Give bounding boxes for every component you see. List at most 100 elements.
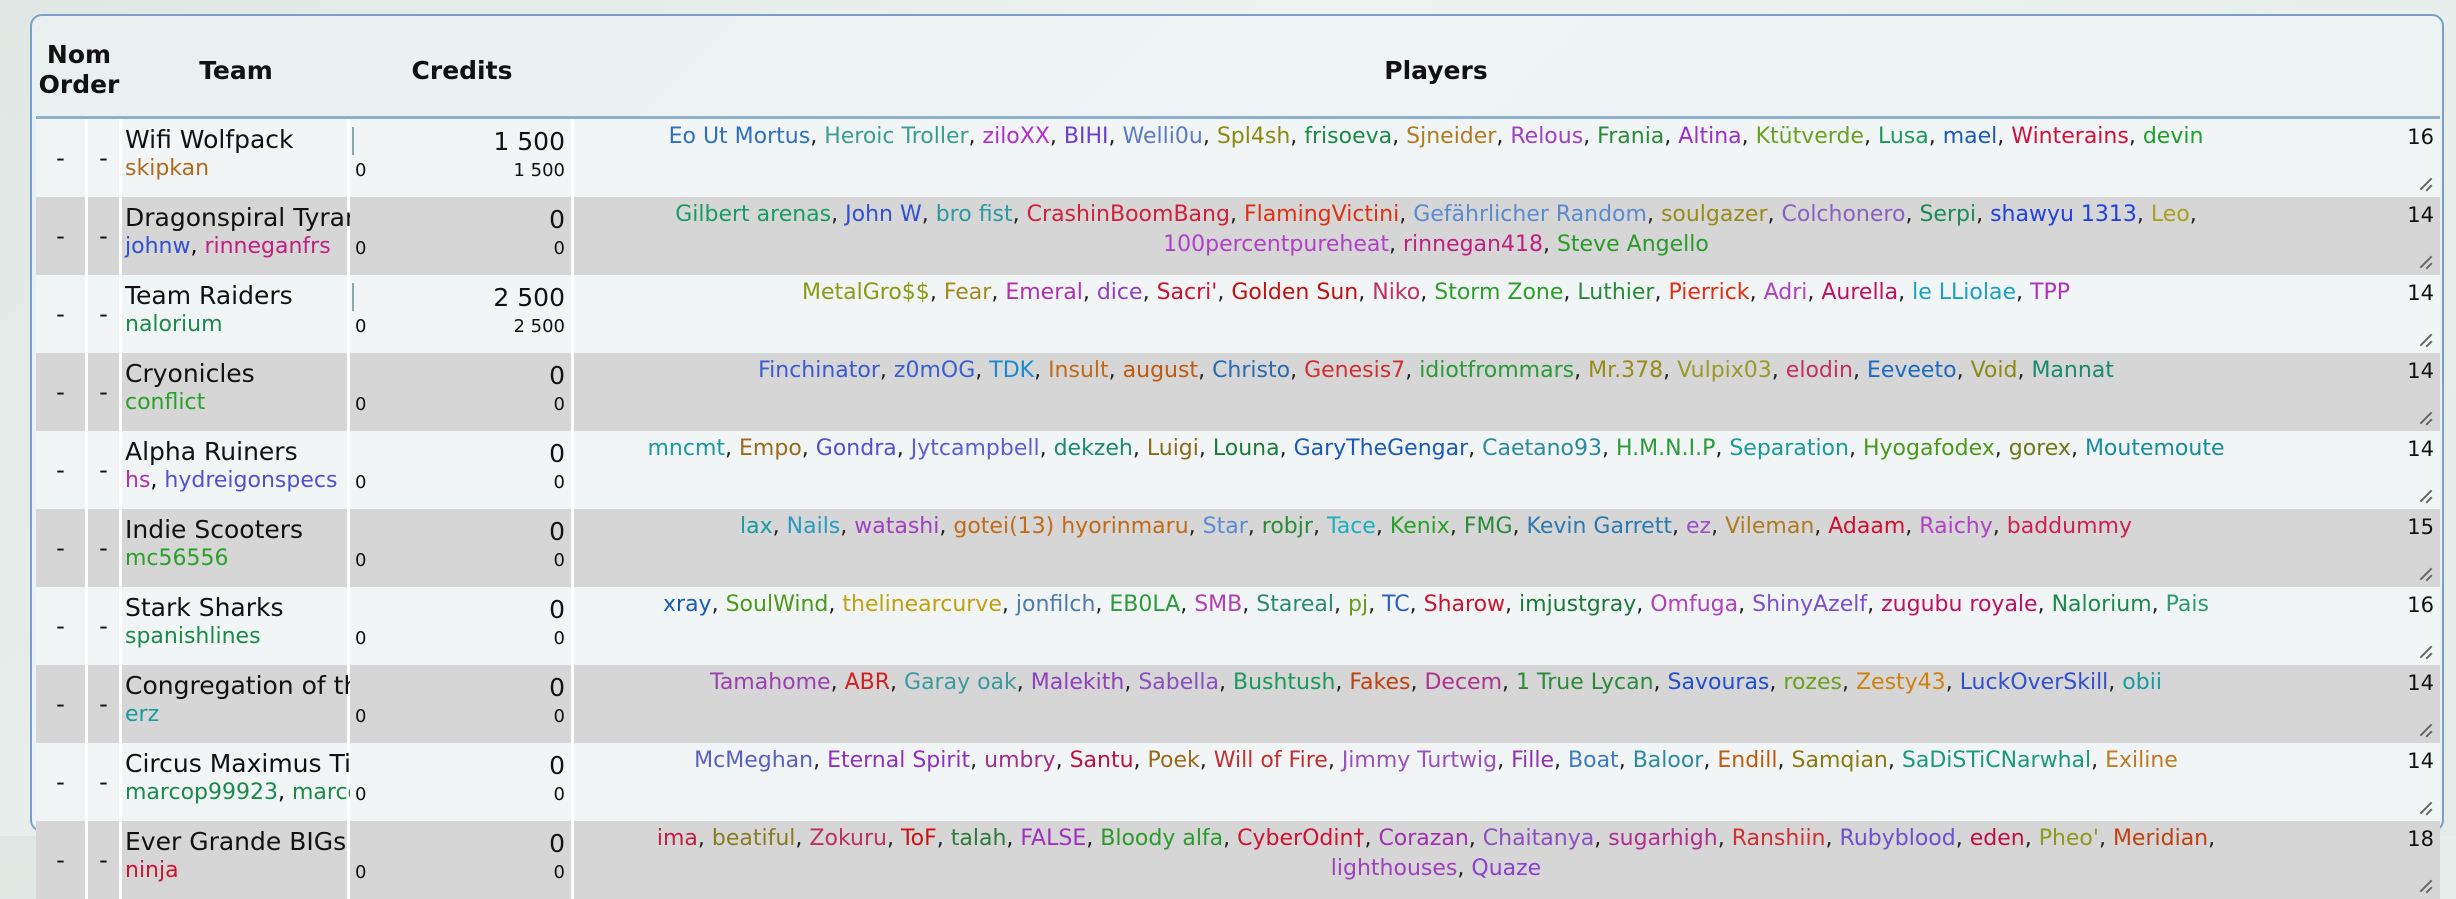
player-name[interactable]: Sacri' <box>1157 280 1218 305</box>
player-name[interactable]: Lusa <box>1878 124 1929 149</box>
owner-name[interactable]: marcop99923 <box>125 780 278 805</box>
player-name[interactable]: Caetano93 <box>1482 436 1602 461</box>
resize-grip-icon[interactable] <box>2418 489 2432 503</box>
player-name[interactable]: Gilbert arenas <box>675 202 831 227</box>
player-name[interactable]: Adaam <box>1828 514 1905 539</box>
player-name[interactable]: lighthouses <box>1331 856 1458 881</box>
player-name[interactable]: Gondra <box>816 436 897 461</box>
player-name[interactable]: Storm Zone <box>1434 280 1563 305</box>
player-name[interactable]: Decem <box>1424 670 1502 695</box>
owner-name[interactable]: hydreigonspecs <box>164 468 337 493</box>
player-name[interactable]: Omfuga <box>1650 592 1738 617</box>
player-name[interactable]: Genesis7 <box>1304 358 1405 383</box>
owner-name[interactable]: rinneganfrs <box>204 234 330 259</box>
player-name[interactable]: SMB <box>1194 592 1242 617</box>
team-name[interactable]: Congregation of the Classiest <box>122 665 494 700</box>
resize-grip-icon[interactable] <box>2418 177 2432 191</box>
player-name[interactable]: Exiline <box>2105 748 2178 773</box>
player-name[interactable]: 1 True Lycan <box>1516 670 1654 695</box>
player-name[interactable]: Relous <box>1510 124 1583 149</box>
player-name[interactable]: Stareal <box>1256 592 1334 617</box>
player-name[interactable]: beatiful <box>712 826 796 851</box>
player-name[interactable]: Ranshiin <box>1732 826 1826 851</box>
player-name[interactable]: Welli0u <box>1123 124 1203 149</box>
player-name[interactable]: Eeveeto <box>1867 358 1957 383</box>
player-name[interactable]: ez <box>1686 514 1711 539</box>
player-name[interactable]: imjustgray <box>1519 592 1636 617</box>
owner-name[interactable]: johnw <box>125 234 190 259</box>
player-name[interactable]: Kevin Garrett <box>1527 514 1672 539</box>
owner-name[interactable]: nalorium <box>125 312 223 337</box>
player-name[interactable]: Golden Sun <box>1231 280 1358 305</box>
team-name[interactable]: Indie Scooters <box>122 509 347 544</box>
player-name[interactable]: Spl4sh <box>1217 124 1290 149</box>
player-name[interactable]: august <box>1123 358 1198 383</box>
player-name[interactable]: dice <box>1097 280 1143 305</box>
owner-name[interactable]: spanishlines <box>125 624 261 649</box>
player-name[interactable]: idiotfrommars <box>1419 358 1574 383</box>
player-name[interactable]: devin <box>2143 124 2204 149</box>
player-name[interactable]: pj <box>1348 592 1368 617</box>
owner-name[interactable]: erz <box>125 702 159 727</box>
resize-grip-icon[interactable] <box>2418 255 2432 269</box>
player-name[interactable]: Aurella <box>1821 280 1898 305</box>
player-name[interactable]: ToF <box>901 826 937 851</box>
player-name[interactable]: Moutemoute <box>2085 436 2225 461</box>
resize-grip-icon[interactable] <box>2418 333 2432 347</box>
player-name[interactable]: Samqian <box>1792 748 1888 773</box>
player-name[interactable]: Garay oak <box>904 670 1017 695</box>
player-name[interactable]: Colchonero <box>1782 202 1906 227</box>
player-name[interactable]: SoulWind <box>726 592 829 617</box>
team-name[interactable]: Wifi Wolfpack <box>122 119 347 154</box>
player-name[interactable]: z0mOG <box>894 358 975 383</box>
player-name[interactable]: Zokuru <box>809 826 887 851</box>
player-name[interactable]: baddummy <box>2007 514 2132 539</box>
team-name[interactable]: Ever Grande BIGs <box>122 821 347 856</box>
player-name[interactable]: Luthier <box>1577 280 1654 305</box>
player-name[interactable]: Endill <box>1717 748 1777 773</box>
resize-grip-icon[interactable] <box>2418 411 2432 425</box>
player-name[interactable]: GaryTheGengar <box>1294 436 1469 461</box>
player-name[interactable]: Pais <box>2166 592 2209 617</box>
player-name[interactable]: Corazan <box>1378 826 1468 851</box>
player-name[interactable]: Separation <box>1729 436 1849 461</box>
player-name[interactable]: Altina <box>1678 124 1741 149</box>
player-name[interactable]: watashi <box>854 514 939 539</box>
player-name[interactable]: obii <box>2122 670 2162 695</box>
player-name[interactable]: soulgazer <box>1661 202 1768 227</box>
player-name[interactable]: le LLiolae <box>1912 280 2016 305</box>
player-name[interactable]: shawyu 1313 <box>1990 202 2137 227</box>
player-name[interactable]: Emeral <box>1005 280 1083 305</box>
player-name[interactable]: Adri <box>1764 280 1808 305</box>
player-name[interactable]: CyberOdin† <box>1237 826 1364 851</box>
player-name[interactable]: Rubyblood <box>1840 826 1956 851</box>
player-name[interactable]: bro fist <box>936 202 1013 227</box>
player-name[interactable]: Niko <box>1372 280 1420 305</box>
player-name[interactable]: Louna <box>1213 436 1280 461</box>
player-name[interactable]: Leo <box>2151 202 2190 227</box>
player-name[interactable]: Meridian <box>2113 826 2208 851</box>
player-name[interactable]: Vulpix03 <box>1677 358 1772 383</box>
team-name[interactable]: Circus Maximus Tigers <box>122 743 406 778</box>
team-name[interactable]: Stark Sharks <box>122 587 347 622</box>
owner-name[interactable]: conflict <box>125 390 205 415</box>
player-name[interactable]: Quaze <box>1471 856 1541 881</box>
header-team[interactable]: Team <box>122 24 350 119</box>
player-name[interactable]: Gefährlicher Random <box>1413 202 1647 227</box>
player-name[interactable]: McMeghan <box>694 748 813 773</box>
player-name[interactable]: Vileman <box>1725 514 1814 539</box>
player-name[interactable]: Will of Fire <box>1214 748 1328 773</box>
player-name[interactable]: ABR <box>845 670 890 695</box>
resize-grip-icon[interactable] <box>2418 801 2432 815</box>
player-name[interactable]: Mannat <box>2031 358 2113 383</box>
player-name[interactable]: Ktütverde <box>1756 124 1864 149</box>
player-name[interactable]: mael <box>1943 124 1998 149</box>
player-name[interactable]: Santu <box>1070 748 1134 773</box>
player-name[interactable]: Boat <box>1568 748 1619 773</box>
player-name[interactable]: elodin <box>1786 358 1853 383</box>
player-name[interactable]: Void <box>1971 358 2018 383</box>
player-name[interactable]: Pheo' <box>2039 826 2099 851</box>
player-name[interactable]: Nalorium <box>2052 592 2152 617</box>
player-name[interactable]: Fakes <box>1349 670 1410 695</box>
player-name[interactable]: Kenix <box>1390 514 1450 539</box>
